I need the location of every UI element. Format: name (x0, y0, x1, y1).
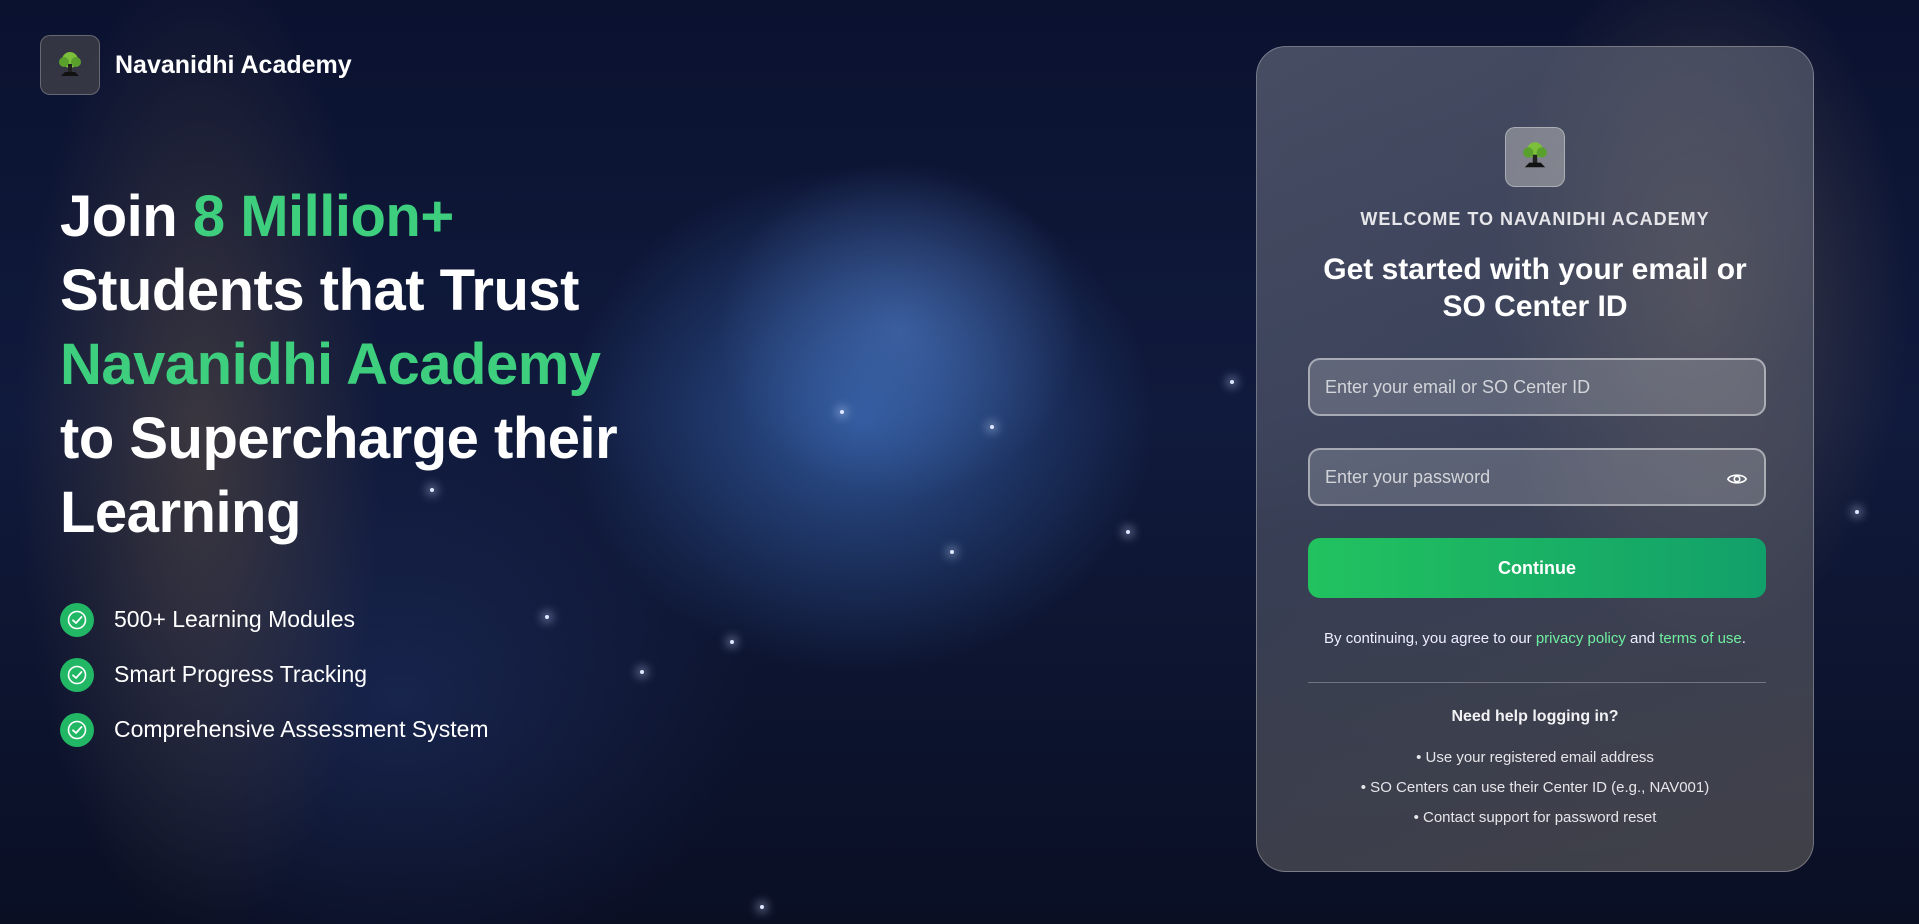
hero-line-2: Students that Trust (60, 258, 579, 323)
check-circle-icon (60, 712, 94, 747)
terms-text: By continuing, you agree to our privacy … (1257, 630, 1813, 647)
hero-heading: Join 8 Million+ Students that Trust Nava… (60, 180, 700, 550)
check-circle-icon (60, 657, 94, 692)
help-item: • Use your registered email address (1416, 749, 1654, 766)
eye-icon[interactable] (1726, 468, 1748, 490)
feature-item: Smart Progress Tracking (60, 647, 489, 702)
feature-item: Comprehensive Assessment System (60, 702, 489, 757)
feature-label: Comprehensive Assessment System (114, 716, 489, 742)
terms-and: and (1625, 630, 1660, 647)
privacy-policy-link[interactable]: privacy policy (1536, 630, 1626, 647)
feature-label: 500+ Learning Modules (114, 606, 356, 632)
feature-label: Smart Progress Tracking (114, 661, 368, 687)
tree-logo-icon (1505, 127, 1565, 187)
hero-line-4: to Supercharge their (60, 406, 618, 471)
feature-item: 500+ Learning Modules (60, 592, 489, 647)
hero-line-5: Learning (60, 480, 301, 545)
terms-of-use-link[interactable]: terms of use (1659, 630, 1742, 647)
help-item: • Contact support for password reset (1413, 809, 1657, 826)
login-headline: Get started with your email or SO Center… (1323, 253, 1747, 323)
email-input[interactable] (1310, 360, 1764, 414)
check-circle-icon (60, 602, 94, 637)
terms-prefix: By continuing, you agree to our (1324, 630, 1536, 647)
password-input[interactable] (1310, 450, 1764, 504)
welcome-label: WELCOME TO NAVANIDHI ACADEMY (1360, 209, 1710, 229)
help-item: • SO Centers can use their Center ID (e.… (1360, 779, 1710, 796)
password-field[interactable] (1308, 448, 1766, 506)
hero-line-1: Join 8 Million+ (60, 180, 700, 254)
tree-logo-icon (40, 35, 100, 95)
hero-line-1-prefix: Join (60, 184, 193, 249)
terms-suffix: . (1741, 630, 1746, 647)
brand-header[interactable]: Navanidhi Academy (40, 35, 352, 95)
login-card: WELCOME TO NAVANIDHI ACADEMY Get started… (1256, 46, 1814, 872)
email-field[interactable] (1308, 358, 1766, 416)
feature-list: 500+ Learning Modules Smart Progress Tra… (60, 592, 489, 757)
hero-accent-brand: Navanidhi Academy (60, 332, 601, 397)
brand-name: Navanidhi Academy (115, 50, 352, 79)
hero-accent-count: 8 Million+ (192, 184, 454, 249)
continue-button[interactable]: Continue (1308, 538, 1766, 598)
divider (1308, 682, 1766, 683)
help-title: Need help logging in? (1451, 708, 1619, 725)
help-list: • Use your registered email address • SO… (1257, 743, 1813, 833)
